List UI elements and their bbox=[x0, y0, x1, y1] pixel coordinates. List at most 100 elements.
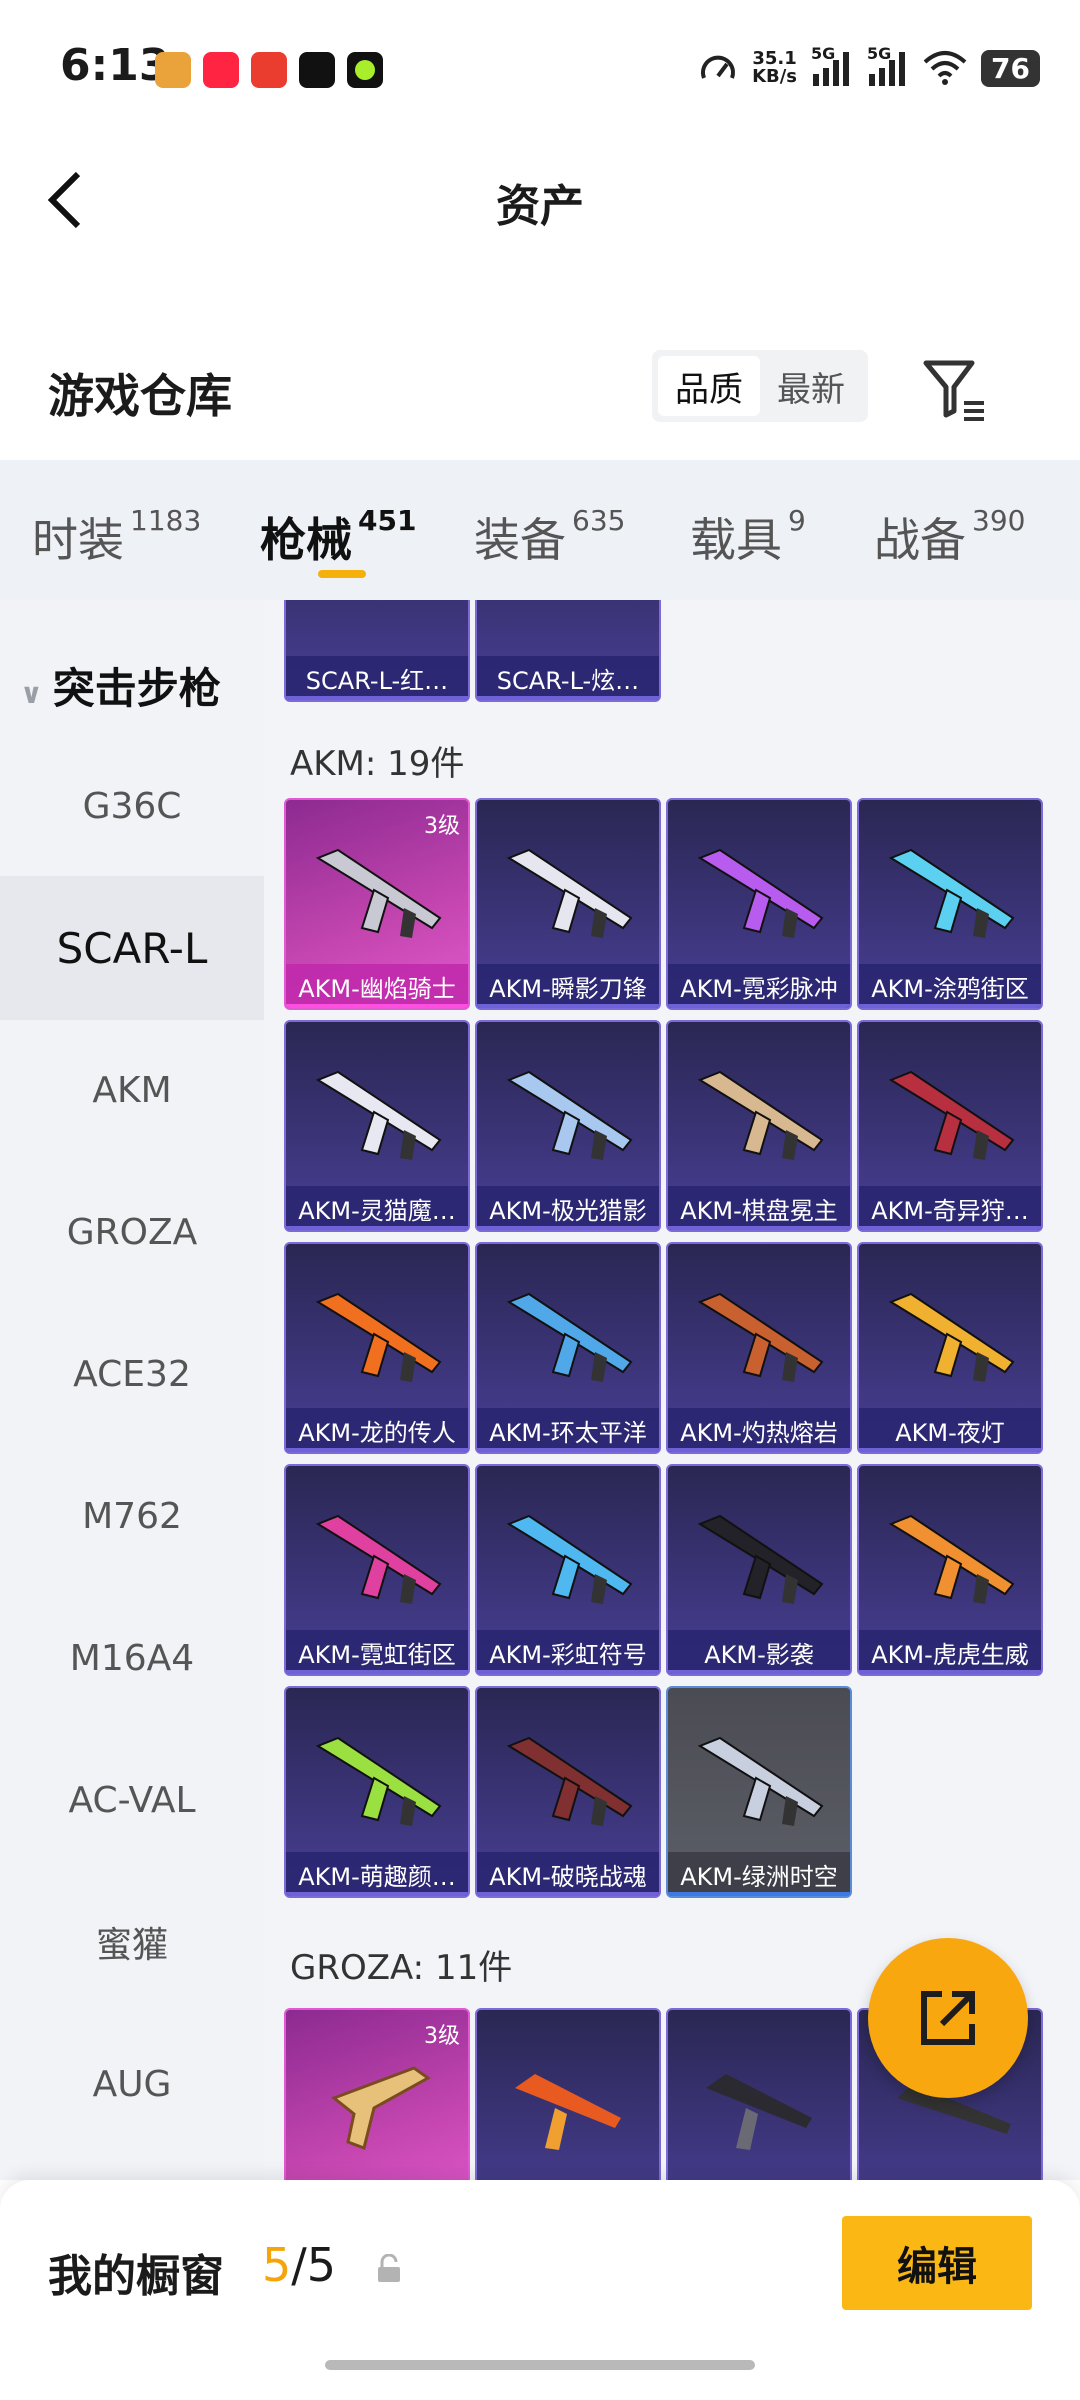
network-type-label: 5G bbox=[867, 44, 892, 63]
rarity-bar bbox=[286, 1004, 468, 1008]
weapon-skin-icon bbox=[506, 1736, 633, 1826]
weapon-skin-icon bbox=[506, 1070, 633, 1160]
sidebar-item-honey-badger[interactable]: 蜜獾 bbox=[0, 1870, 264, 2014]
group-title-akm: AKM: 19件 bbox=[290, 744, 465, 784]
sidebar-item-m762[interactable]: M762 bbox=[0, 1444, 264, 1588]
tab-equipment[interactable]: 装备 635 bbox=[474, 504, 625, 570]
rarity-bar bbox=[477, 1448, 659, 1452]
weapon-name: AKM-绿洲时空 bbox=[668, 1852, 850, 1896]
weapon-card[interactable]: AKM-灵猫魔… bbox=[284, 1020, 470, 1232]
weapon-card[interactable]: AKM-霓虹街区 bbox=[284, 1464, 470, 1676]
tab-label: 装备 bbox=[474, 513, 566, 567]
battery-indicator: 76 bbox=[981, 49, 1040, 87]
sidebar-item-m16a4[interactable]: M16A4 bbox=[0, 1586, 264, 1730]
weapon-skin-icon bbox=[315, 1736, 442, 1826]
weapon-card[interactable]: AKM-影袭 bbox=[666, 1464, 852, 1676]
rarity-bar bbox=[859, 1448, 1041, 1452]
weapon-card[interactable]: AKM-萌趣颜… bbox=[284, 1686, 470, 1898]
weapon-name: AKM-彩虹符号 bbox=[477, 1630, 659, 1674]
tab-label: 载具 bbox=[690, 513, 782, 567]
tab-vehicles[interactable]: 载具 9 bbox=[690, 504, 806, 570]
app-notification-icon bbox=[347, 52, 383, 88]
sidebar-item-akm[interactable]: AKM bbox=[0, 1018, 264, 1162]
app-notification-icon bbox=[155, 52, 191, 88]
weapon-skin-icon bbox=[331, 2066, 431, 2150]
weapon-card[interactable]: AKM-奇异狩… bbox=[857, 1020, 1043, 1232]
weapon-skin-icon bbox=[506, 848, 633, 938]
rarity-bar bbox=[477, 1004, 659, 1008]
weapon-card[interactable] bbox=[475, 2008, 661, 2180]
weapon-card[interactable]: AKM-夜灯 bbox=[857, 1242, 1043, 1454]
tab-combat-gear[interactable]: 战备 390 bbox=[874, 504, 1025, 570]
weapon-name: AKM-涂鸦街区 bbox=[859, 964, 1041, 1008]
sidebar-group-assault-rifles[interactable]: ∨ 突击步枪 bbox=[20, 655, 221, 716]
weapon-card[interactable]: AKM-彩虹符号 bbox=[475, 1464, 661, 1676]
tab-count: 9 bbox=[788, 504, 806, 537]
rarity-bar bbox=[477, 1670, 659, 1674]
sidebar-item-scar-l[interactable]: SCAR-L bbox=[0, 876, 264, 1020]
showcase-count-separator: / bbox=[291, 2238, 307, 2292]
edit-button[interactable]: 编辑 bbox=[842, 2216, 1032, 2310]
weapon-skin-icon bbox=[515, 2074, 621, 2150]
signal-1: 5G bbox=[811, 44, 853, 86]
rarity-bar bbox=[668, 1892, 850, 1896]
share-fab-button[interactable] bbox=[868, 1938, 1028, 2098]
rarity-bar bbox=[668, 1448, 850, 1452]
weapon-card[interactable]: AKM-绿洲时空 bbox=[666, 1686, 852, 1898]
tab-fashion[interactable]: 时装 1183 bbox=[32, 504, 201, 570]
weapon-skin-icon bbox=[697, 1736, 824, 1826]
weapon-card[interactable]: AKM-环太平洋 bbox=[475, 1242, 661, 1454]
sidebar-item-groza[interactable]: GROZA bbox=[0, 1160, 264, 1304]
weapon-name: AKM-灼热熔岩 bbox=[668, 1408, 850, 1452]
tab-label: 时装 bbox=[32, 513, 124, 567]
sort-toggle: 品质 最新 bbox=[652, 350, 868, 422]
weapon-card[interactable]: 3级 bbox=[284, 2008, 470, 2180]
rarity-bar bbox=[668, 1670, 850, 1674]
weapon-card[interactable]: SCAR-L-炫… bbox=[475, 600, 661, 702]
weapon-name: AKM-霓虹街区 bbox=[286, 1630, 468, 1674]
sidebar-item-g36c[interactable]: G36C bbox=[0, 734, 264, 878]
rarity-bar bbox=[477, 696, 659, 700]
tab-count: 635 bbox=[572, 504, 626, 537]
rarity-bar bbox=[859, 1226, 1041, 1230]
sidebar-item-ace32[interactable]: ACE32 bbox=[0, 1302, 264, 1446]
sidebar-item-ac-val[interactable]: AC-VAL bbox=[0, 1728, 264, 1872]
rarity-bar bbox=[286, 1226, 468, 1230]
weapon-card[interactable]: AKM-龙的传人 bbox=[284, 1242, 470, 1454]
weapon-skin-icon bbox=[697, 1070, 824, 1160]
rarity-bar bbox=[286, 696, 468, 700]
notification-icons bbox=[155, 52, 383, 88]
weapon-card[interactable]: 3级 AKM-幽焰骑士 bbox=[284, 798, 470, 1010]
rarity-bar bbox=[859, 1670, 1041, 1674]
weapon-skin-icon bbox=[315, 1514, 442, 1604]
signal-2: 5G bbox=[867, 44, 909, 86]
sort-latest-button[interactable]: 最新 bbox=[760, 356, 862, 416]
weapon-skin-icon bbox=[315, 1292, 442, 1382]
speed-gauge-icon bbox=[701, 55, 736, 79]
weapon-skin-icon bbox=[315, 1070, 442, 1160]
sidebar-item-aug[interactable]: AUG bbox=[0, 2012, 264, 2156]
weapon-name: AKM-破晓战魂 bbox=[477, 1852, 659, 1896]
rarity-bar bbox=[286, 1670, 468, 1674]
tab-guns[interactable]: 枪械 451 bbox=[260, 504, 416, 570]
filter-button[interactable] bbox=[920, 355, 990, 425]
weapon-card[interactable]: AKM-极光猎影 bbox=[475, 1020, 661, 1232]
speed-unit: KB/s bbox=[752, 66, 798, 87]
weapon-card[interactable]: AKM-涂鸦街区 bbox=[857, 798, 1043, 1010]
weapon-name: AKM-影袭 bbox=[668, 1630, 850, 1674]
weapon-card[interactable]: AKM-破晓战魂 bbox=[475, 1686, 661, 1898]
rarity-bar bbox=[477, 1226, 659, 1230]
showcase-count-current: 5 bbox=[262, 2238, 292, 2292]
weapon-card[interactable]: AKM-虎虎生威 bbox=[857, 1464, 1043, 1676]
weapon-card[interactable]: AKM-灼热熔岩 bbox=[666, 1242, 852, 1454]
sort-quality-button[interactable]: 品质 bbox=[658, 356, 760, 416]
weapon-skin-icon bbox=[888, 1292, 1015, 1382]
weapon-card[interactable]: AKM-瞬影刀锋 bbox=[475, 798, 661, 1010]
active-tab-indicator bbox=[318, 570, 366, 578]
weapon-card[interactable]: AKM-棋盘冕主 bbox=[666, 1020, 852, 1232]
weapon-card[interactable]: AKM-霓彩脉冲 bbox=[666, 798, 852, 1010]
home-indicator[interactable] bbox=[325, 2360, 755, 2370]
weapon-card[interactable]: SCAR-L-红… bbox=[284, 600, 470, 702]
weapon-card[interactable] bbox=[666, 2008, 852, 2180]
showcase-label: 我的橱窗 bbox=[48, 2251, 224, 2302]
